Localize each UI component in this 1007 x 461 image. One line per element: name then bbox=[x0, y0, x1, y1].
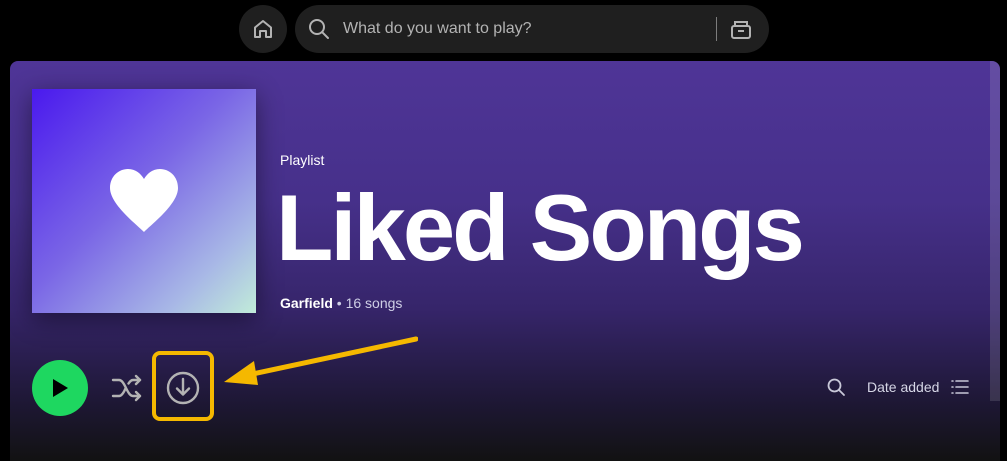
annotation-arrow bbox=[224, 336, 418, 385]
play-button[interactable] bbox=[32, 360, 88, 416]
home-icon bbox=[254, 20, 272, 38]
browse-icon[interactable] bbox=[729, 17, 753, 41]
top-bar bbox=[0, 0, 1007, 60]
song-count: 16 songs bbox=[345, 295, 403, 311]
owner-link[interactable]: Garfield bbox=[280, 295, 333, 311]
heart-icon bbox=[110, 169, 178, 232]
search-bar[interactable] bbox=[295, 5, 769, 53]
shuffle-icon[interactable] bbox=[111, 374, 143, 402]
sort-dropdown[interactable]: Date added bbox=[867, 379, 939, 395]
home-button[interactable] bbox=[239, 5, 287, 53]
play-icon bbox=[53, 379, 68, 397]
playlist-type-label: Playlist bbox=[280, 152, 325, 168]
search-icon[interactable] bbox=[826, 377, 846, 397]
playlist-cover bbox=[32, 89, 256, 313]
search-icon bbox=[309, 19, 329, 39]
playlist-meta: Garfield • 16 songs bbox=[280, 295, 402, 311]
list-view-icon[interactable] bbox=[951, 378, 969, 396]
search-input[interactable] bbox=[343, 15, 703, 43]
playlist-panel: Playlist Liked Songs Garfield • 16 songs… bbox=[10, 61, 1000, 461]
search-divider bbox=[716, 17, 717, 41]
meta-separator: • bbox=[336, 295, 342, 311]
scrollbar[interactable] bbox=[990, 61, 1000, 401]
download-icon[interactable] bbox=[165, 370, 201, 406]
page-title: Liked Songs bbox=[276, 175, 805, 280]
